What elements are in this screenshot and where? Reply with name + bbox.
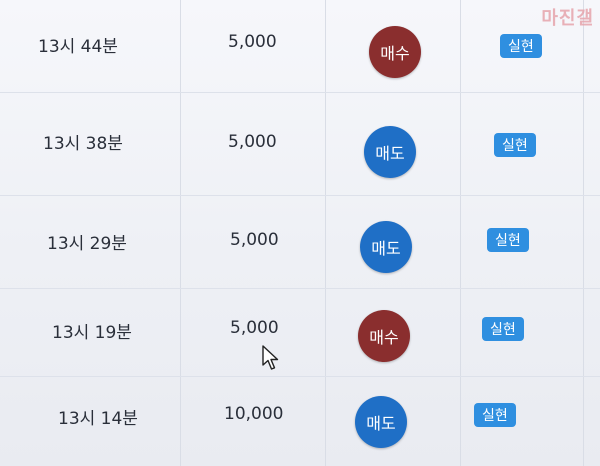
- realized-button[interactable]: 실현: [487, 228, 529, 252]
- trade-amount: 5,000: [230, 230, 279, 250]
- trade-amount: 5,000: [228, 132, 277, 152]
- table-row[interactable]: 13시 29분 5,000 매도 실현: [0, 195, 600, 285]
- watermark-logo: 마진갤: [541, 8, 594, 29]
- buy-badge[interactable]: 매수: [369, 26, 421, 78]
- table-row[interactable]: 13시 14분 10,000 매도 실현: [0, 376, 600, 466]
- trade-amount: 10,000: [224, 404, 284, 424]
- sell-badge[interactable]: 매도: [360, 221, 412, 273]
- trade-history-screen: 13시 44분 5,000 매수 실현 13시 38분 5,000 매도 실현 …: [0, 0, 600, 466]
- trade-amount: 5,000: [230, 318, 279, 338]
- realized-button[interactable]: 실현: [482, 317, 524, 341]
- realized-button[interactable]: 실현: [500, 34, 542, 58]
- table-row[interactable]: 13시 19분 5,000 매수 실현: [0, 288, 600, 378]
- trade-time: 13시 14분: [58, 409, 138, 429]
- realized-button[interactable]: 실현: [494, 133, 536, 157]
- sell-badge[interactable]: 매도: [364, 126, 416, 178]
- trade-amount: 5,000: [228, 32, 277, 52]
- trade-time: 13시 44분: [38, 37, 118, 57]
- realized-button[interactable]: 실현: [474, 403, 516, 427]
- sell-badge[interactable]: 매도: [355, 396, 407, 448]
- trade-time: 13시 38분: [43, 134, 123, 154]
- mouse-cursor-icon: [262, 345, 279, 370]
- trade-time: 13시 29분: [47, 234, 127, 254]
- table-row[interactable]: 13시 38분 5,000 매도 실현: [0, 92, 600, 182]
- trade-time: 13시 19분: [52, 323, 132, 343]
- buy-badge[interactable]: 매수: [358, 310, 410, 362]
- table-row[interactable]: 13시 44분 5,000 매수 실현: [0, 0, 600, 90]
